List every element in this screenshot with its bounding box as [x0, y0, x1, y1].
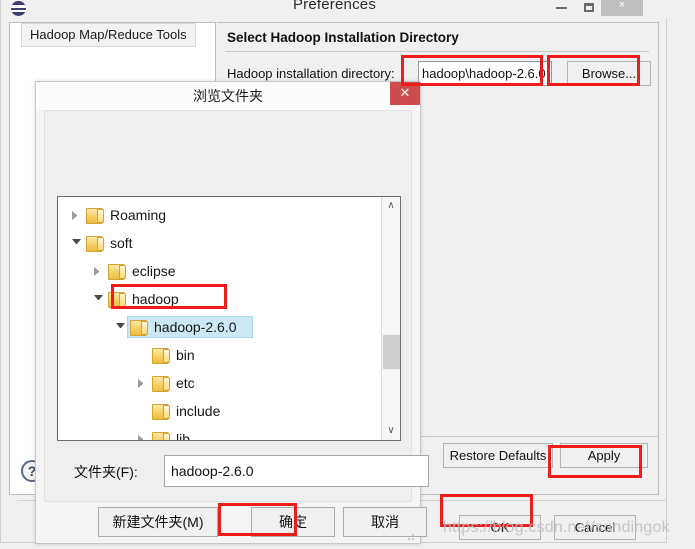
section-title: Select Hadoop Installation Directory: [227, 30, 459, 45]
tree-item-label: eclipse: [132, 263, 176, 279]
tree-item[interactable]: lib: [58, 425, 382, 441]
folder-icon: [130, 319, 148, 336]
folder-tree-rows: Roaming soft eclipse hadoop hadoop-2.6.0 bin e…: [58, 201, 382, 441]
sidebar-item-hadoop-mapreduce-tools[interactable]: Hadoop Map/Reduce Tools: [21, 23, 196, 47]
title-divider: [225, 51, 649, 52]
resize-grip[interactable]: [407, 531, 417, 541]
tree-item[interactable]: eclipse: [58, 257, 382, 285]
folder-icon: [152, 431, 170, 440]
tree-item[interactable]: hadoop-2.6.0: [58, 313, 382, 341]
browse-folder-dialog: 浏览文件夹 ✕ Roaming soft eclipse hadoop hadoop-2…: [35, 81, 429, 544]
tree-item-label: hadoop: [132, 291, 179, 307]
minimize-icon[interactable]: [546, 0, 576, 16]
confirm-button[interactable]: 确定: [251, 507, 335, 537]
tree-item-label: include: [176, 403, 221, 419]
tree-item-label: lib: [176, 431, 191, 441]
chevron-down-icon[interactable]: [94, 295, 103, 304]
tree-item-label: etc: [176, 375, 195, 391]
folder-field-label: 文件夹(F):: [74, 464, 138, 480]
chevron-down-icon[interactable]: [72, 239, 81, 248]
close-icon[interactable]: ×: [601, 0, 643, 16]
folder-icon: [108, 291, 126, 308]
tree-item[interactable]: Roaming: [58, 201, 382, 229]
watermark-text: https://blog.csdn.net/sundingok: [443, 519, 670, 536]
scroll-up-icon[interactable]: ∧: [382, 197, 400, 215]
folder-tree[interactable]: Roaming soft eclipse hadoop hadoop-2.6.0 bin e…: [57, 196, 401, 441]
tree-item[interactable]: soft: [58, 229, 382, 257]
scrollbar-thumb[interactable]: [383, 335, 400, 369]
install-directory-label: Hadoop installation directory:: [227, 66, 395, 81]
tree-item-label: Roaming: [110, 207, 167, 223]
restore-defaults-button[interactable]: Restore Defaults: [443, 443, 553, 468]
tree-item-label: hadoop-2.6.0: [154, 319, 237, 335]
new-folder-button[interactable]: 新建文件夹(M): [98, 507, 218, 537]
maximize-icon[interactable]: [574, 0, 604, 16]
apply-button[interactable]: Apply: [560, 443, 648, 468]
folder-icon: [86, 235, 104, 252]
browse-dialog-title: 浏览文件夹: [193, 88, 263, 104]
tree-item[interactable]: etc: [58, 369, 382, 397]
folder-icon: [108, 263, 126, 280]
preferences-titlebar: Preferences ×: [1, 0, 668, 18]
tree-item-label: bin: [176, 347, 195, 363]
folder-icon: [86, 207, 104, 224]
chevron-down-icon[interactable]: [116, 323, 125, 332]
chevron-right-icon[interactable]: [138, 435, 147, 440]
tree-item[interactable]: bin: [58, 341, 382, 369]
chevron-right-icon[interactable]: [138, 379, 147, 388]
folder-icon: [152, 403, 170, 420]
browse-button[interactable]: Browse...: [567, 61, 651, 86]
browse-dialog-close-icon[interactable]: ✕: [390, 82, 420, 105]
install-directory-input[interactable]: hadoop\hadoop-2.6.0: [418, 61, 552, 86]
folder-tree-scrollbar[interactable]: ∧ ∨: [381, 197, 400, 440]
tree-item[interactable]: include: [58, 397, 382, 425]
scroll-down-icon[interactable]: ∨: [382, 422, 400, 440]
folder-name-input[interactable]: hadoop-2.6.0: [164, 455, 429, 487]
browse-dialog-titlebar: 浏览文件夹: [36, 82, 420, 110]
folder-icon: [152, 375, 170, 392]
folder-icon: [152, 347, 170, 364]
chevron-right-icon[interactable]: [72, 211, 81, 220]
chevron-right-icon[interactable]: [94, 267, 103, 276]
tree-item[interactable]: hadoop: [58, 285, 382, 313]
screenshot-root: Preferences × Hadoop Map/Reduce Tools Se…: [0, 0, 695, 549]
tree-item-label: soft: [110, 235, 133, 251]
